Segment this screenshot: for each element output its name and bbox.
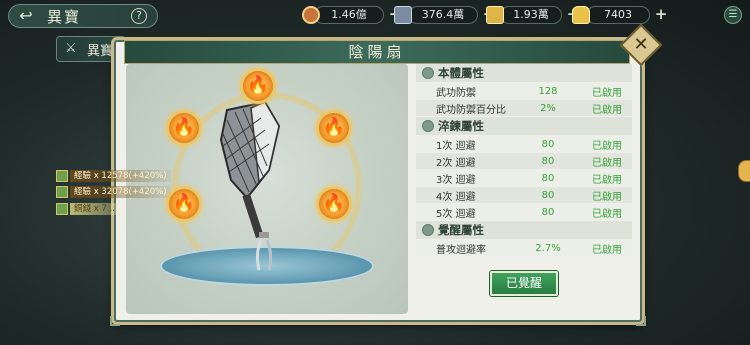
attribute-value: 80 [541, 172, 555, 184]
attribute-value: 2.7% [535, 242, 561, 254]
help-icon[interactable]: ? [131, 8, 147, 24]
section-base-attributes: 本體屬性 [416, 64, 632, 82]
flame-slot-icon[interactable]: 🔥 [316, 186, 352, 222]
page-title: 異寶 [47, 7, 82, 26]
attribute-row: 2次 迴避 80 已啟用 [416, 153, 632, 169]
attribute-status: 已啟用 [592, 104, 622, 116]
section-title: 淬鍊屬性 [438, 119, 484, 133]
reward-toast: 經驗 x 12578(+420%) [56, 169, 171, 183]
attribute-name: 5次 迴避 [436, 208, 476, 220]
tab-label: 異寶 [87, 43, 114, 59]
attribute-status: 已啟用 [592, 191, 622, 203]
menu-icon[interactable]: ☰ [724, 6, 742, 24]
flame-slot-icon[interactable]: 🔥 [166, 186, 202, 222]
resource-gold: 1.93萬 + [486, 5, 580, 25]
coin-icon [56, 203, 68, 215]
attribute-status: 已啟用 [592, 157, 622, 169]
close-icon: ✕ [633, 34, 649, 55]
resource-copper: 1.46億 + [302, 5, 402, 25]
attribute-name: 普攻迴避率 [436, 244, 486, 256]
resource-yuanbao: 7403 + [572, 5, 668, 25]
section-awaken-attributes: 覺醒屬性 [416, 221, 632, 239]
attribute-status: 已啟用 [592, 244, 622, 256]
attribute-list: 本體屬性 武功防禦 128 已啟用 武功防禦百分比 2% 已啟用 淬鍊屬性 1次… [416, 64, 632, 257]
silver-ingot-icon [394, 6, 412, 24]
attribute-status: 已啟用 [592, 87, 622, 99]
attribute-value: 80 [541, 206, 555, 218]
section-title: 覺醒屬性 [438, 223, 484, 237]
flame-slot-icon[interactable]: 🔥 [166, 110, 202, 146]
attribute-name: 4次 迴避 [436, 191, 476, 203]
yin-yang-fan-icon[interactable] [205, 100, 295, 275]
section-bullet-icon [422, 120, 434, 132]
attribute-row: 1次 迴避 80 已啟用 [416, 136, 632, 152]
attribute-value: 128 [538, 85, 558, 97]
attribute-row: 4次 迴避 80 已啟用 [416, 187, 632, 203]
section-bullet-icon [422, 67, 434, 79]
reward-text: 經驗 x 32078(+420%) [70, 186, 171, 198]
attribute-row: 武功防禦 128 已啟用 [416, 83, 632, 99]
reward-toast: 經驗 x 32078(+420%) [56, 185, 171, 199]
copper-coin-icon [302, 6, 320, 24]
attribute-name: 1次 迴避 [436, 140, 476, 152]
exp-icon [56, 186, 68, 198]
trident-icon: ⚔ [65, 41, 77, 56]
attribute-row: 武功防禦百分比 2% 已啟用 [416, 100, 632, 116]
attribute-name: 3次 迴避 [436, 174, 476, 186]
resource-value: 1.46億 [314, 6, 384, 24]
back-arrow-icon: ↩ [19, 6, 33, 25]
attribute-name: 2次 迴避 [436, 157, 476, 169]
attribute-row: 普攻迴避率 2.7% 已啟用 [416, 240, 632, 256]
add-yuanbao-icon[interactable]: + [654, 7, 668, 22]
reward-toast: 銅錢 x 7... [56, 202, 119, 216]
attribute-status: 已啟用 [592, 140, 622, 152]
attribute-status: 已啟用 [592, 174, 622, 186]
attribute-name: 武功防禦 [436, 87, 476, 99]
attribute-value: 80 [541, 155, 555, 167]
reward-text: 銅錢 x 7... [70, 203, 119, 215]
resource-value: 7403 [586, 6, 650, 24]
section-refine-attributes: 淬鍊屬性 [416, 117, 632, 135]
flame-slot-icon[interactable]: 🔥 [240, 68, 276, 104]
attribute-name: 武功防禦百分比 [436, 104, 506, 116]
attribute-status: 已啟用 [592, 208, 622, 220]
attribute-value: 80 [541, 189, 555, 201]
attribute-row: 5次 迴避 80 已啟用 [416, 204, 632, 220]
yuanbao-icon [572, 6, 590, 24]
panel-header: 陰陽扇 [124, 40, 630, 64]
section-bullet-icon [422, 224, 434, 236]
attribute-value: 80 [541, 138, 555, 150]
reward-text: 經驗 x 12578(+420%) [70, 170, 171, 182]
corner-ornament [110, 316, 120, 326]
resource-value: 1.93萬 [500, 6, 562, 24]
awakened-button[interactable]: 已覺醒 [490, 271, 558, 296]
attribute-value: 2% [540, 102, 556, 114]
back-button[interactable]: ↩ 異寶 ? [8, 4, 158, 28]
resource-value: 376.4萬 [408, 6, 478, 24]
flame-slot-icon[interactable]: 🔥 [316, 110, 352, 146]
gold-ingot-icon [486, 6, 504, 24]
side-drawer-icon[interactable] [738, 160, 750, 182]
exp-icon [56, 170, 68, 182]
panel-title: 陰陽扇 [348, 43, 406, 61]
attribute-row: 3次 迴避 80 已啟用 [416, 170, 632, 186]
resource-silver: 376.4萬 + [394, 5, 496, 25]
corner-ornament [636, 316, 646, 326]
section-title: 本體屬性 [438, 66, 484, 80]
